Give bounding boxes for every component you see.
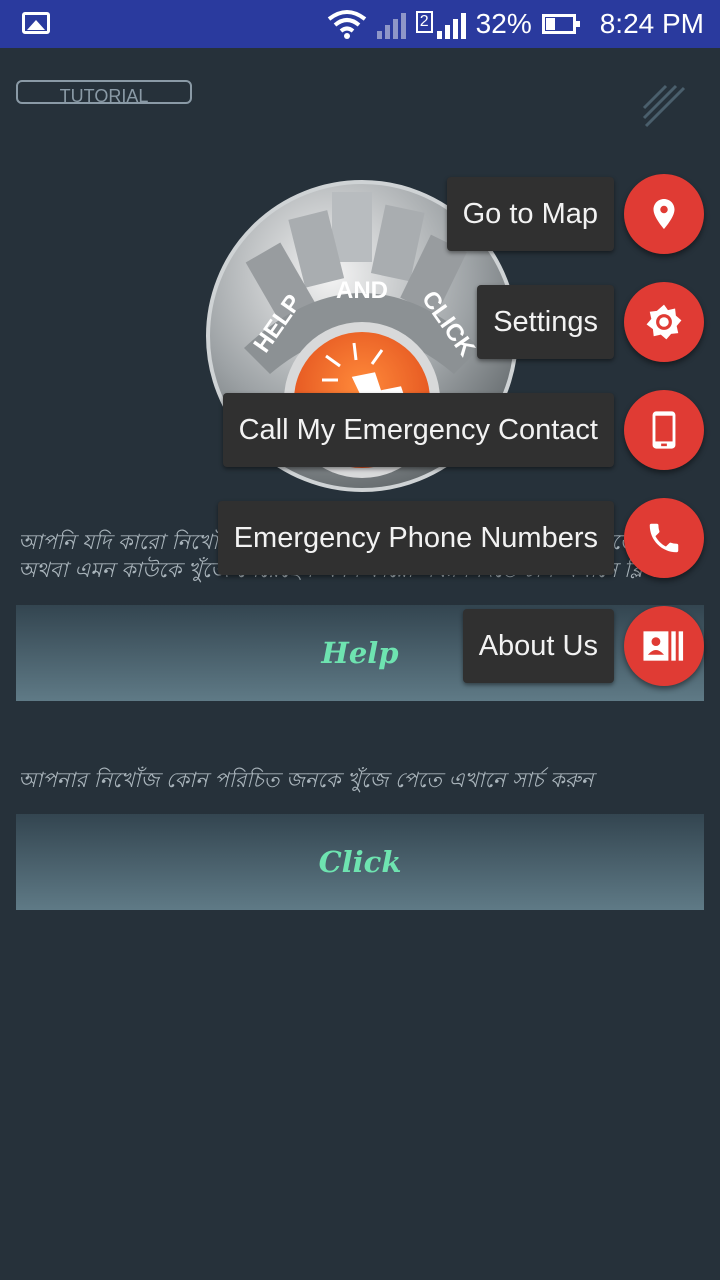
location-pin-icon: [653, 199, 675, 229]
gallery-notification-icon: [22, 12, 50, 34]
fab-emergency-phone-numbers[interactable]: [624, 498, 704, 578]
fab-item-go-to-map[interactable]: Go to Map: [0, 174, 720, 254]
fab-call-emergency-contact[interactable]: [624, 390, 704, 470]
click-button-label: Click: [318, 845, 402, 879]
click-description: আপনার নিখোঁজ কোন পরিচিত জনকে খুঁজে পেতে …: [18, 768, 594, 792]
sim-slot-badge: 2: [415, 11, 433, 33]
smartphone-icon: [652, 411, 676, 449]
fab-item-emergency-phone-numbers[interactable]: Emergency Phone Numbers: [0, 498, 720, 578]
fab-settings[interactable]: [624, 282, 704, 362]
fab-label-emergency-phone-numbers[interactable]: Emergency Phone Numbers: [217, 501, 614, 575]
phone-icon: [649, 523, 679, 553]
fab-label-go-to-map[interactable]: Go to Map: [446, 177, 614, 251]
contact-card-icon: [643, 631, 684, 661]
status-bar: 2 32% 8:24 PM: [0, 0, 720, 48]
fab-item-settings[interactable]: Settings: [0, 282, 720, 362]
fab-go-to-map[interactable]: [624, 174, 704, 254]
battery-icon: [541, 14, 580, 34]
fab-label-call-emergency-contact[interactable]: Call My Emergency Contact: [222, 393, 614, 467]
fab-item-about-us[interactable]: About Us: [0, 606, 720, 686]
wifi-icon: [327, 10, 366, 39]
click-button[interactable]: Click: [16, 814, 704, 910]
battery-percent: 32%: [475, 8, 532, 39]
status-icons: 2 32% 8:24 PM: [327, 0, 704, 48]
signal-icon-sim1: [376, 9, 406, 39]
menu-icon[interactable]: [640, 82, 688, 130]
fab-label-about-us[interactable]: About Us: [462, 609, 614, 683]
fab-item-call-emergency-contact[interactable]: Call My Emergency Contact: [0, 390, 720, 470]
tutorial-button[interactable]: TUTORIAL: [16, 80, 192, 104]
clock: 8:24 PM: [599, 8, 704, 39]
signal-icon-sim2: 2: [415, 9, 466, 39]
fab-label-settings[interactable]: Settings: [477, 285, 614, 359]
fab-about-us[interactable]: [624, 606, 704, 686]
settings-icon: [646, 304, 682, 340]
